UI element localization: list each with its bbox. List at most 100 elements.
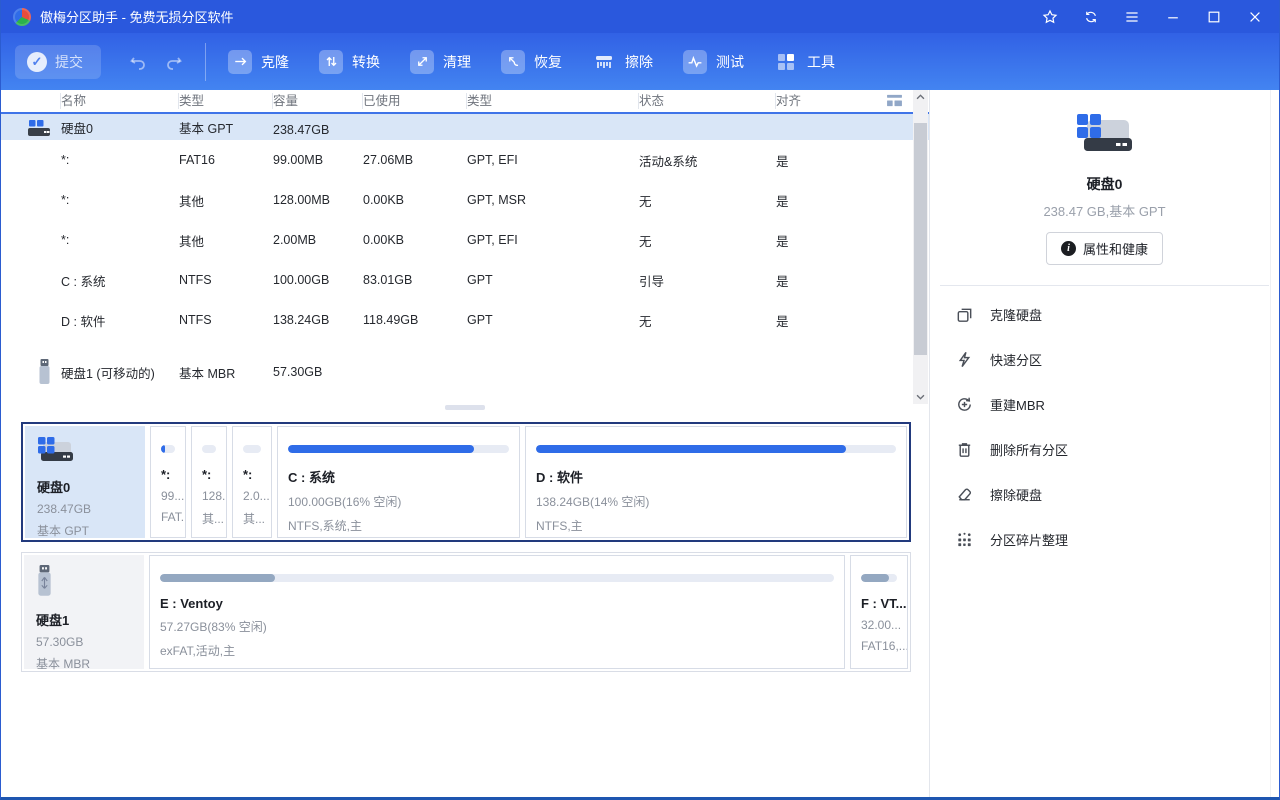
main-area: 名称 类型 容量 已使用 类型 状态 对齐 硬盘0 基本 GPT (1, 90, 1279, 797)
partition-block-efi2[interactable]: *: 2.0... 其... (232, 426, 272, 538)
minimize-button[interactable] (1164, 8, 1181, 25)
partition-block-c[interactable]: C : 系统 100.00GB(16% 空闲) NTFS,系统,主 (277, 426, 520, 538)
defrag-icon (954, 530, 974, 550)
toolbar-tools: 克隆 转换 清理 恢复 (228, 50, 835, 74)
toolbar-clone-button[interactable]: 克隆 (228, 50, 289, 74)
toolbar-recover-label: 恢复 (534, 52, 562, 72)
menu-item-clone-disk[interactable]: 克隆硬盘 (930, 292, 1279, 337)
menu-item-wipe-disk[interactable]: 擦除硬盘 (930, 472, 1279, 517)
table-row-partition-c[interactable]: C : 系统 NTFS 100.00GB 83.01GB GPT 引导 是 (1, 260, 929, 300)
partition-block-msr[interactable]: *: 128... 其... (191, 426, 227, 538)
disk1-label[interactable]: 硬盘1 57.30GB 基本 MBR (24, 555, 144, 669)
cell-status: 活动&系统 (639, 151, 776, 170)
redo-icon[interactable] (163, 51, 185, 73)
list-view-icon[interactable] (886, 94, 903, 112)
horizontal-scrollbar-thumb[interactable] (445, 405, 485, 410)
column-header-used[interactable]: 已使用 (363, 93, 467, 109)
disk0-card[interactable]: 硬盘0 238.47GB 基本 GPT *: 99.... FAT... *: … (21, 422, 911, 542)
table-row-partition-2[interactable]: *: 其他 128.00MB 0.00KB GPT, MSR 无 是 (1, 180, 929, 220)
usage-bar (161, 445, 175, 453)
disk0-label[interactable]: 硬盘0 238.47GB 基本 GPT (25, 426, 145, 538)
toolbar-tools-button[interactable]: 工具 (774, 50, 835, 74)
usage-bar (861, 574, 897, 582)
horizontal-scrollbar[interactable] (1, 404, 913, 412)
cell-capacity: 238.47GB (273, 123, 363, 137)
info-icon: i (1061, 241, 1076, 256)
vertical-scrollbar-thumb[interactable] (914, 123, 927, 355)
toolbar-test-button[interactable]: 测试 (683, 50, 744, 74)
vertical-scrollbar[interactable] (913, 90, 928, 404)
cell-name: 硬盘1 (可移动的) (61, 363, 179, 382)
delete-all-partitions-icon (954, 440, 974, 460)
refresh-icon[interactable] (1082, 8, 1099, 25)
table-row-disk0[interactable]: 硬盘0 基本 GPT 238.47GB (1, 114, 929, 140)
toolbar-recover-button[interactable]: 恢复 (501, 50, 562, 74)
properties-health-button[interactable]: i 属性和健康 (1046, 232, 1163, 265)
partition-block-e[interactable]: E : Ventoy 57.27GB(83% 空闲) exFAT,活动,主 (149, 555, 845, 669)
toolbar-clean-button[interactable]: 清理 (410, 50, 471, 74)
cell-fs: 基本 MBR (179, 363, 273, 382)
table-row-partition-1[interactable]: *: FAT16 99.00MB 27.06MB GPT, EFI 活动&系统 … (1, 140, 929, 180)
cell-type2: GPT (467, 273, 639, 287)
cell-used: 0.00KB (363, 233, 467, 247)
table-row-disk1[interactable]: 硬盘1 (可移动的) 基本 MBR 57.30GB (1, 352, 929, 392)
toolbar-clean-label: 清理 (443, 52, 471, 72)
cell-used: 118.49GB (363, 313, 467, 327)
cell-capacity: 99.00MB (273, 153, 363, 167)
rebuild-mbr-icon (954, 395, 974, 415)
toolbar-erase-button[interactable]: 擦除 (592, 50, 653, 74)
partition-fs: 其... (243, 510, 261, 527)
disk-name: 硬盘1 (36, 610, 132, 629)
column-header-name[interactable]: 名称 (61, 93, 179, 109)
partition-block-f[interactable]: F : VT... 32.00... FAT16,... (850, 555, 908, 669)
menu-item-rebuild-mbr[interactable]: 重建MBR (930, 382, 1279, 427)
recover-icon (501, 50, 525, 74)
clean-icon (410, 50, 434, 74)
column-header-capacity[interactable]: 容量 (273, 93, 363, 109)
toolbar-tools-label: 工具 (807, 52, 835, 72)
disk1-card[interactable]: 硬盘1 57.30GB 基本 MBR E : Ventoy 57.27GB(83… (21, 552, 911, 672)
table-row-partition-d[interactable]: D : 软件 NTFS 138.24GB 118.49GB GPT 无 是 (1, 300, 929, 340)
partition-fs: FAT16,... (861, 639, 897, 653)
cell-used: 27.06MB (363, 153, 467, 167)
cell-type2: GPT, EFI (467, 233, 639, 247)
usage-bar (160, 574, 834, 582)
toolbar-clone-label: 克隆 (261, 52, 289, 72)
disk-cards: 硬盘0 238.47GB 基本 GPT *: 99.... FAT... *: … (1, 412, 929, 672)
partition-block-d[interactable]: D : 软件 138.24GB(14% 空闲) NTFS,主 (525, 426, 907, 538)
disk-scheme: 基本 MBR (36, 655, 132, 672)
undo-icon[interactable] (127, 51, 149, 73)
usage-bar (202, 445, 216, 453)
column-header-part-type[interactable]: 类型 (467, 93, 639, 109)
cell-name: *: (61, 193, 179, 207)
cell-aligned: 是 (776, 151, 929, 170)
scroll-down-icon[interactable] (913, 390, 928, 404)
favorite-icon[interactable] (1041, 8, 1058, 25)
toolbar-convert-button[interactable]: 转换 (319, 50, 380, 74)
sidebar-disk-name: 硬盘0 (1087, 174, 1123, 194)
partition-name: *: (202, 467, 216, 482)
table-row-partition-3[interactable]: *: 其他 2.00MB 0.00KB GPT, EFI 无 是 (1, 220, 929, 260)
cell-fs: 其他 (179, 231, 273, 250)
column-header-aligned[interactable]: 对齐 (776, 93, 883, 109)
menu-item-quick-partition[interactable]: 快速分区 (930, 337, 1279, 382)
column-header-status[interactable]: 状态 (639, 93, 776, 109)
usage-bar (536, 445, 896, 453)
partition-name: E : Ventoy (160, 596, 834, 611)
menu-item-delete-all-partitions[interactable]: 删除所有分区 (930, 427, 1279, 472)
close-button[interactable] (1246, 8, 1263, 25)
partition-size: 32.00... (861, 618, 897, 632)
submit-button[interactable]: ✓ 提交 (15, 45, 101, 79)
menu-icon[interactable] (1123, 8, 1140, 25)
toolbar-convert-label: 转换 (352, 52, 380, 72)
scroll-up-icon[interactable] (913, 90, 928, 104)
sidebar: 硬盘0 238.47 GB,基本 GPT i 属性和健康 克隆硬盘 (929, 90, 1279, 797)
maximize-button[interactable] (1205, 8, 1222, 25)
cell-capacity: 2.00MB (273, 233, 363, 247)
partition-block-efi[interactable]: *: 99.... FAT... (150, 426, 186, 538)
title-bar[interactable]: 傲梅分区助手 - 免费无损分区软件 (1, 0, 1279, 33)
column-header-fs-type[interactable]: 类型 (179, 93, 273, 109)
toolbar: ✓ 提交 克隆 转换 (1, 33, 1279, 90)
partition-fs: NTFS,主 (536, 517, 896, 534)
menu-item-defrag[interactable]: 分区碎片整理 (930, 517, 1279, 562)
